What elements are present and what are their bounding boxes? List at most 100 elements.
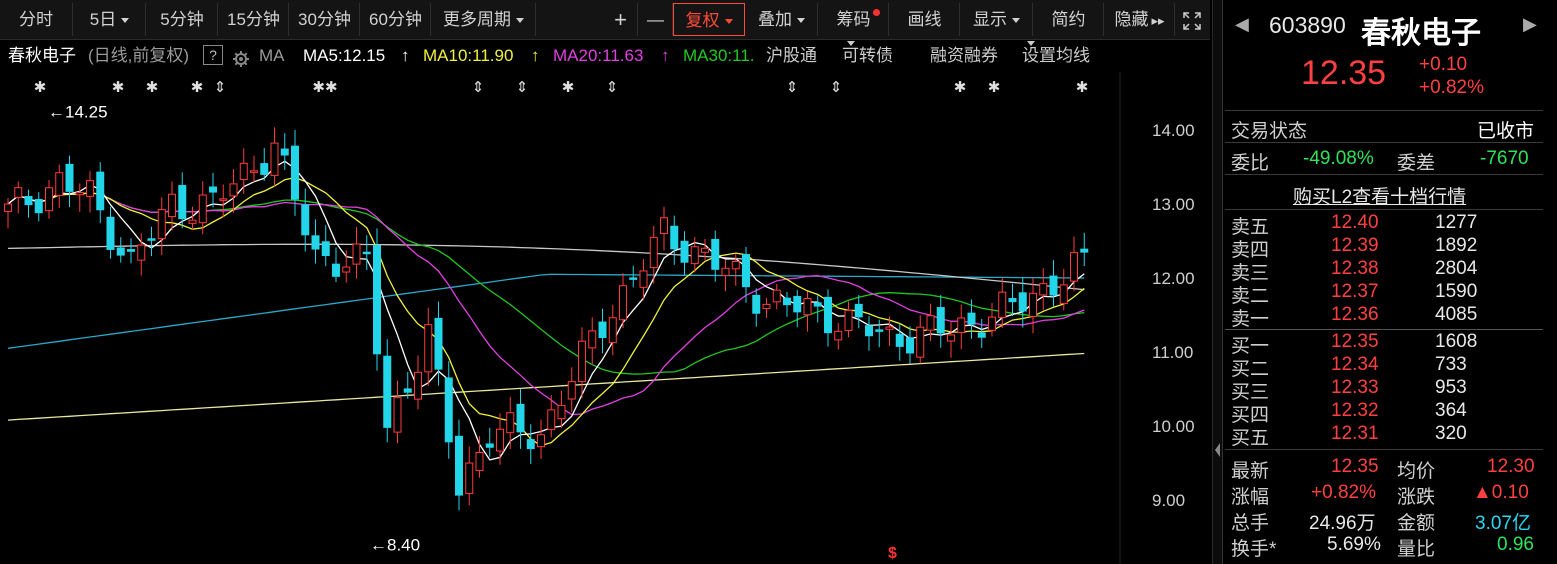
candle-body[interactable] <box>239 162 248 181</box>
candle-body[interactable] <box>1029 292 1037 317</box>
candle-body[interactable] <box>455 435 463 496</box>
candle-body[interactable] <box>311 235 320 250</box>
event-marker-top[interactable]: ✱ <box>34 78 47 96</box>
event-marker-top[interactable]: ⇕ <box>516 78 529 96</box>
candle-body[interactable] <box>1018 292 1027 312</box>
expand-icon[interactable] <box>1176 3 1208 36</box>
candle-body[interactable] <box>127 249 135 252</box>
candle-body[interactable] <box>1049 275 1058 296</box>
candle-body[interactable] <box>998 291 1007 319</box>
candle-body[interactable] <box>4 203 12 212</box>
candle-body[interactable] <box>270 142 279 176</box>
event-marker-top[interactable]: ⇕ <box>472 78 485 96</box>
event-marker-top[interactable]: ⇕ <box>606 78 619 96</box>
candle-body[interactable] <box>547 409 556 431</box>
candle-body[interactable] <box>250 170 258 173</box>
candle-body[interactable] <box>444 377 453 443</box>
candle-body[interactable] <box>209 186 217 193</box>
candle-body[interactable] <box>526 439 535 450</box>
candle-body[interactable] <box>106 216 115 250</box>
candle-body[interactable] <box>834 330 843 341</box>
candle-body[interactable] <box>1070 252 1078 282</box>
candle-body[interactable] <box>629 277 638 280</box>
candle-body[interactable] <box>403 388 412 393</box>
candle-body[interactable] <box>1039 283 1048 296</box>
candle-body[interactable] <box>988 316 996 331</box>
candle-body[interactable] <box>875 329 884 332</box>
candle-body[interactable] <box>55 172 64 197</box>
candle-body[interactable] <box>885 326 894 330</box>
candle-body[interactable] <box>168 193 176 218</box>
candle-body[interactable] <box>1059 284 1068 305</box>
candle-body[interactable] <box>434 317 443 370</box>
simple-mode-button[interactable]: 简约 <box>1034 3 1104 36</box>
hugutong-button[interactable]: 沪股通 <box>766 41 817 71</box>
candle-body[interactable] <box>75 192 84 196</box>
period-tab-more[interactable]: 更多周期 <box>432 3 536 36</box>
candle-body[interactable] <box>772 289 781 303</box>
candle-body[interactable] <box>475 451 484 472</box>
candle-body[interactable] <box>578 340 586 383</box>
event-marker-top[interactable]: ✱ <box>1076 78 1089 96</box>
candle-body[interactable] <box>680 240 689 263</box>
event-marker-top[interactable]: ✱ <box>562 78 575 96</box>
candle-body[interactable] <box>639 270 648 288</box>
candle-body[interactable] <box>86 180 94 197</box>
candle-body[interactable] <box>649 236 658 269</box>
candle-body[interactable] <box>803 298 812 316</box>
candle-body[interactable] <box>783 297 791 306</box>
candle-body[interactable] <box>854 303 863 318</box>
candle-body[interactable] <box>711 238 720 270</box>
event-marker-top[interactable]: ✱ <box>146 78 159 96</box>
candle-body[interactable] <box>557 405 566 420</box>
candle-body[interactable] <box>916 326 925 358</box>
margin-trading-button[interactable]: 融资融券 <box>930 41 998 71</box>
candle-body[interactable] <box>485 443 494 448</box>
event-marker-top[interactable]: ⇕ <box>786 78 799 96</box>
prev-stock-icon[interactable]: ◀ <box>1235 14 1249 35</box>
candle-body[interactable] <box>598 321 607 338</box>
event-marker-top[interactable]: ✱ <box>112 78 125 96</box>
candle-body[interactable] <box>1080 248 1089 253</box>
candle-body[interactable] <box>188 219 197 224</box>
candle-body[interactable] <box>1008 297 1017 303</box>
display-button[interactable]: 显示 <box>961 3 1033 36</box>
candle-body[interactable] <box>332 263 340 277</box>
candle-body[interactable] <box>731 261 740 270</box>
candle-body[interactable] <box>260 163 269 175</box>
help-icon[interactable]: ? <box>203 45 223 65</box>
candle-body[interactable] <box>793 295 802 313</box>
chips-button[interactable]: 筹码 <box>819 3 889 36</box>
candle-body[interactable] <box>844 309 853 331</box>
candle-body[interactable] <box>619 285 627 321</box>
next-stock-icon[interactable]: ▶ <box>1523 14 1537 35</box>
candle-body[interactable] <box>742 254 750 288</box>
candle-body[interactable] <box>752 294 761 314</box>
candle-body[interactable] <box>762 303 771 310</box>
period-tab-60min[interactable]: 60分钟 <box>361 3 431 36</box>
candle-body[interactable] <box>383 355 392 428</box>
zoom-out-button[interactable]: — <box>639 3 673 36</box>
candle-body[interactable] <box>660 217 668 234</box>
candle-body[interactable] <box>321 241 330 257</box>
candle-body[interactable] <box>342 266 351 273</box>
candle-body[interactable] <box>977 332 986 338</box>
candle-body[interactable] <box>701 247 709 253</box>
event-marker-top[interactable]: ✱ <box>988 78 1001 96</box>
candle-body[interactable] <box>516 403 525 433</box>
candle-body[interactable] <box>301 204 310 236</box>
candle-body[interactable] <box>24 195 33 206</box>
candle-body[interactable] <box>967 312 976 325</box>
candle-body[interactable] <box>45 187 53 212</box>
candle-body[interactable] <box>157 209 166 240</box>
panel-divider[interactable] <box>1212 0 1222 564</box>
candle-body[interactable] <box>895 333 904 347</box>
event-marker[interactable]: $ <box>888 545 897 562</box>
l2-upgrade-link[interactable]: 购买L2查看十档行情 <box>1293 182 1466 209</box>
candle-body[interactable] <box>824 296 832 334</box>
candle-body[interactable] <box>393 397 402 433</box>
candle-body[interactable] <box>567 381 576 400</box>
event-marker-top[interactable]: ✱ <box>191 78 204 96</box>
overlay-button[interactable]: 叠加 <box>746 3 818 36</box>
candle-body[interactable] <box>496 428 504 452</box>
